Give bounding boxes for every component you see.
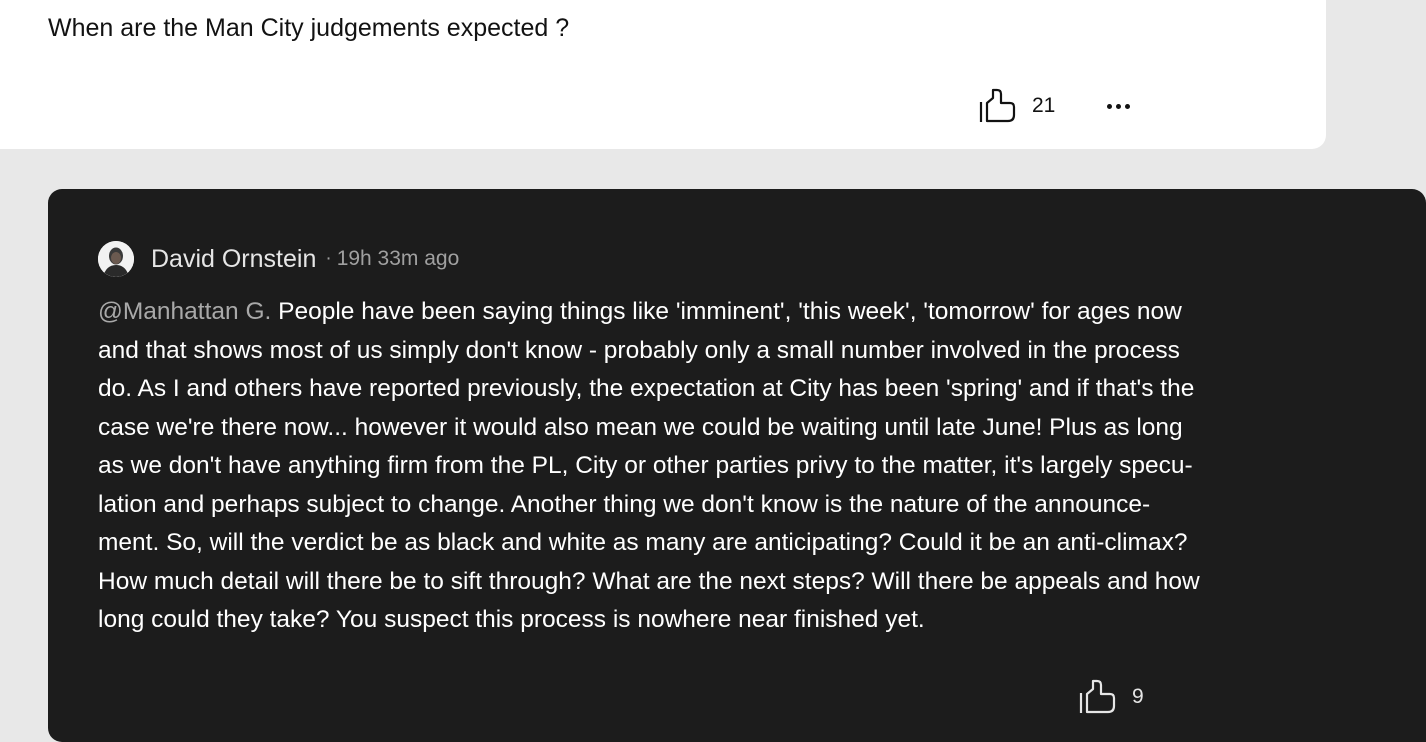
more-options-icon [1107, 103, 1113, 109]
question-like-count: 21 [1032, 94, 1056, 117]
reply-actions: 9 [1078, 679, 1144, 715]
header-separator: · [325, 248, 332, 269]
user-mention-link[interactable]: @Manhattan G. [98, 298, 271, 325]
reply-header: David Ornstein · 19h 33m ago [98, 241, 459, 277]
more-options-icon-dot [1125, 103, 1131, 109]
reply-body: @Manhattan G. People have been saying th… [98, 293, 1318, 640]
reply-body-line: case we're there now... however it would… [98, 413, 1183, 441]
reply-body-line: How much detail will there be to sift th… [98, 567, 1200, 595]
reply-body-line: long could they take? You suspect this p… [98, 606, 925, 633]
author-name[interactable]: David Ornstein [151, 245, 316, 274]
comments-page: When are the Man City judgements expecte… [0, 0, 1426, 742]
question-like-button[interactable]: 21 [978, 88, 1055, 124]
reply-body-line: @Manhattan G. People have been saying th… [98, 293, 1318, 332]
question-actions: 21 [978, 86, 1132, 126]
reply-timestamp: 19h 33m ago [336, 247, 460, 270]
thumbs-up-icon [978, 88, 1018, 124]
author-avatar[interactable] [98, 241, 134, 277]
question-text: When are the Man City judgements expecte… [48, 14, 570, 42]
reply-body-line: as we don't have anything firm from the … [98, 452, 1193, 479]
more-options-icon-dot [1116, 103, 1122, 109]
reply-body-line: and that shows most of us simply don't k… [98, 336, 1180, 364]
reply-body-line: lation and perhaps subject to change. An… [98, 490, 1151, 518]
reply-body-text: People have been saying things like 'imm… [271, 298, 1182, 325]
thumbs-up-icon [1078, 679, 1118, 715]
more-options-button[interactable] [1105, 98, 1132, 115]
reply-body-line: ment. So, will the verdict be as black a… [98, 529, 1188, 556]
question-comment-card: When are the Man City judgements expecte… [0, 0, 1326, 149]
reply-like-button[interactable]: 9 [1078, 679, 1144, 715]
reply-like-count: 9 [1132, 685, 1144, 708]
reply-comment-card: David Ornstein · 19h 33m ago @Manhattan … [48, 189, 1426, 742]
reply-body-line: do. As I and others have reported previo… [98, 375, 1195, 402]
